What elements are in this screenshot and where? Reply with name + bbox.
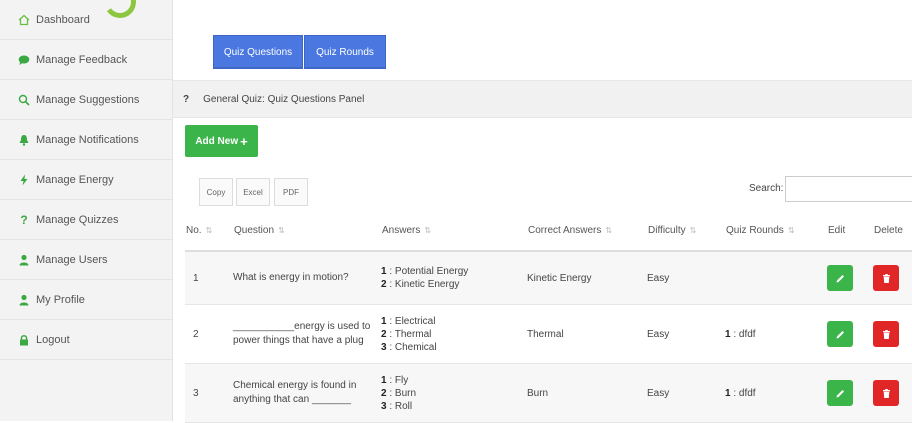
sort-icon: ⇅ [424, 225, 432, 235]
pencil-icon [836, 389, 844, 397]
add-new-label: Add New [195, 135, 239, 147]
edit-cell [827, 304, 873, 364]
row-number: 1 [185, 251, 233, 305]
delete-button[interactable] [873, 380, 899, 406]
sidebar-item-energy[interactable]: Manage Energy [0, 160, 172, 200]
pencil-icon [836, 330, 844, 338]
sidebar: Dashboard Manage Feedback Manage Suggest… [0, 0, 173, 421]
delete-cell [873, 251, 912, 305]
excel-button[interactable]: Excel [236, 178, 270, 206]
sidebar-item-label: Dashboard [36, 13, 90, 26]
user-icon [17, 293, 31, 307]
sidebar-item-dashboard[interactable]: Dashboard [0, 0, 172, 40]
sidebar-item-label: Manage Feedback [36, 53, 128, 66]
questions-table: No. ⇅ Question ⇅ Answers ⇅ Correct Answers ⇅… [185, 210, 912, 423]
sidebar-item-users[interactable]: Manage Users [0, 240, 172, 280]
plus-icon: + [240, 133, 248, 149]
column-header: Edit [827, 210, 873, 252]
edit-button[interactable] [827, 321, 853, 347]
home-icon [17, 13, 31, 27]
bolt-icon [17, 173, 31, 187]
sort-icon: ⇅ [787, 225, 795, 235]
delete-cell [873, 363, 912, 423]
delete-button[interactable] [873, 321, 899, 347]
lock-icon [17, 333, 31, 347]
column-header[interactable]: Answers ⇅ [381, 210, 527, 252]
edit-button[interactable] [827, 265, 853, 291]
column-header: Delete [873, 210, 912, 252]
question-cell: Chemical energy is found in anything tha… [233, 363, 381, 423]
edit-cell [827, 251, 873, 305]
add-new-button[interactable]: Add New + [185, 125, 258, 157]
quiz-rounds-cell [725, 251, 827, 305]
row-number: 3 [185, 363, 233, 423]
comment-icon [17, 53, 31, 67]
quiz-rounds-cell: 1 : dfdf [725, 304, 827, 364]
difficulty-cell: Easy [647, 251, 725, 305]
question-marker: ? [183, 93, 190, 105]
sidebar-item-label: Manage Suggestions [36, 93, 140, 106]
edit-cell [827, 363, 873, 423]
column-header[interactable]: No. ⇅ [185, 210, 233, 252]
copy-button[interactable]: Copy [199, 178, 233, 206]
table-row: 1 What is energy in motion? 1 : Potentia… [185, 251, 912, 305]
sidebar-item-quizzes[interactable]: ? Manage Quizzes [0, 200, 172, 240]
sort-icon: ⇅ [605, 225, 613, 235]
search-input[interactable] [785, 176, 912, 202]
sidebar-item-logout[interactable]: Logout [0, 320, 172, 360]
sidebar-item-label: Manage Users [36, 253, 108, 266]
answers-cell: 1 : Fly 2 : Burn 3 : Roll [381, 363, 527, 423]
question-cell: ___________energy is used to power thing… [233, 304, 381, 364]
correct-answer-cell: Kinetic Energy [527, 251, 647, 305]
column-header[interactable]: Correct Answers ⇅ [527, 210, 647, 252]
column-header[interactable]: Question ⇅ [233, 210, 381, 252]
sort-icon: ⇅ [689, 225, 697, 235]
sidebar-item-feedback[interactable]: Manage Feedback [0, 40, 172, 80]
sidebar-item-label: Logout [36, 333, 70, 346]
table-row: 3 Chemical energy is found in anything t… [185, 363, 912, 423]
bell-icon [17, 133, 31, 147]
sidebar-item-label: Manage Notifications [36, 133, 139, 146]
sidebar-item-label: My Profile [36, 293, 85, 306]
column-header[interactable]: Quiz Rounds ⇅ [725, 210, 827, 252]
row-number: 2 [185, 304, 233, 364]
answers-cell: 1 : Potential Energy 2 : Kinetic Energy [381, 251, 527, 305]
trash-icon [882, 329, 890, 339]
table-header-row: No. ⇅ Question ⇅ Answers ⇅ Correct Answers ⇅… [185, 210, 912, 252]
table-row: 2 ___________energy is used to power thi… [185, 304, 912, 364]
page-title: General Quiz: Quiz Questions Panel [203, 93, 365, 105]
breadcrumb: ? General Quiz: Quiz Questions Panel [173, 80, 912, 118]
search-label: Search: [749, 183, 784, 194]
sidebar-item-suggestions[interactable]: Manage Suggestions [0, 80, 172, 120]
answers-cell: 1 : Electrical 2 : Thermal 3 : Chemical [381, 304, 527, 364]
question-icon: ? [20, 212, 28, 227]
delete-cell [873, 304, 912, 364]
pencil-icon [836, 274, 844, 282]
correct-answer-cell: Thermal [527, 304, 647, 364]
sort-icon: ⇅ [278, 225, 285, 235]
quiz-rounds-cell: 1 : dfdf [725, 363, 827, 423]
difficulty-cell: Easy [647, 304, 725, 364]
quiz-rounds-button[interactable]: Quiz Rounds [304, 35, 386, 69]
sort-icon: ⇅ [205, 225, 213, 235]
quiz-questions-button[interactable]: Quiz Questions [213, 35, 303, 69]
sidebar-item-notifications[interactable]: Manage Notifications [0, 120, 172, 160]
column-header[interactable]: Difficulty ⇅ [647, 210, 725, 252]
user-icon [17, 253, 31, 267]
trash-icon [882, 388, 890, 398]
sidebar-item-profile[interactable]: My Profile [0, 280, 172, 320]
sidebar-item-label: Manage Quizzes [36, 213, 119, 226]
edit-button[interactable] [827, 380, 853, 406]
question-cell: What is energy in motion? [233, 251, 381, 305]
sidebar-item-label: Manage Energy [36, 173, 114, 186]
correct-answer-cell: Burn [527, 363, 647, 423]
main-panel: Quiz Questions Quiz Rounds ? General Qui… [173, 0, 912, 423]
search-chat-icon [17, 93, 31, 107]
difficulty-cell: Easy [647, 363, 725, 423]
trash-icon [882, 273, 890, 283]
delete-button[interactable] [873, 265, 899, 291]
pdf-button[interactable]: PDF [274, 178, 308, 206]
